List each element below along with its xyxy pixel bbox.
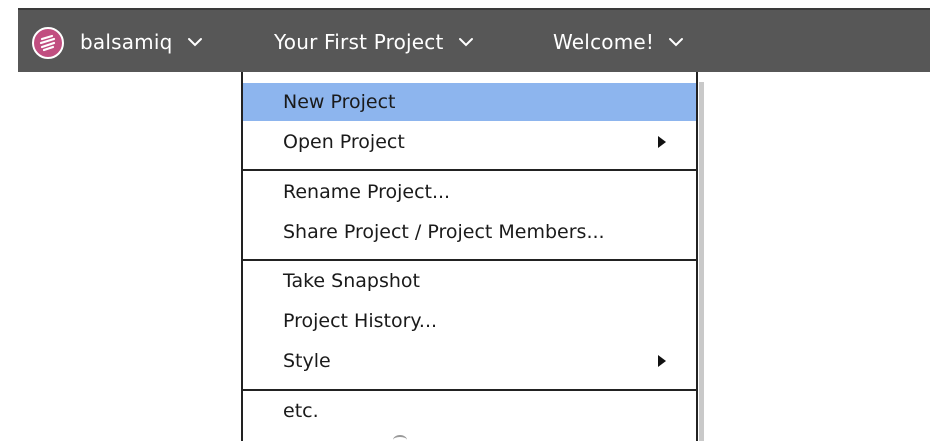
menu-item-label: etc.	[283, 400, 319, 422]
chevron-down-icon	[668, 37, 684, 47]
menu-balsamiq[interactable]: balsamiq	[80, 24, 203, 60]
menu-item-label: Share Project / Project Members...	[283, 221, 605, 243]
balsamiq-logo-icon[interactable]	[32, 27, 64, 59]
menu-item-new-project[interactable]: New Project	[243, 83, 696, 121]
menu-your-first-project[interactable]: Your First Project	[274, 24, 474, 60]
menu-balsamiq-label: balsamiq	[80, 30, 173, 54]
menu-item-share-project[interactable]: Share Project / Project Members...	[243, 213, 696, 251]
project-dropdown-menu: New Project Open Project Rename Project.…	[241, 72, 704, 441]
menu-separator	[241, 389, 698, 391]
menu-item-label: Style	[283, 350, 331, 372]
menu-welcome[interactable]: Welcome!	[553, 24, 684, 60]
top-menu-bar: balsamiq Your First Project Welcome!	[18, 8, 930, 72]
menu-item-label: Take Snapshot	[283, 270, 420, 292]
menu-item-take-snapshot[interactable]: Take Snapshot	[243, 262, 696, 300]
menu-item-label: Rename Project...	[283, 181, 451, 203]
submenu-arrow-icon	[658, 136, 666, 148]
app-window: balsamiq Your First Project Welcome! New…	[0, 0, 930, 441]
menu-item-open-project[interactable]: Open Project	[243, 123, 696, 161]
menu-item-label: New Project	[283, 91, 396, 113]
dropdown-continuation-mark	[393, 435, 407, 441]
submenu-arrow-icon	[658, 355, 666, 367]
menu-item-etc[interactable]: etc.	[243, 392, 696, 430]
menu-welcome-label: Welcome!	[553, 30, 655, 54]
chevron-down-icon	[458, 37, 474, 47]
menu-project-label: Your First Project	[274, 30, 444, 54]
menu-item-label: Open Project	[283, 131, 405, 153]
menu-item-rename-project[interactable]: Rename Project...	[243, 173, 696, 211]
chevron-down-icon	[187, 37, 203, 47]
menu-item-style[interactable]: Style	[243, 342, 696, 380]
dropdown-shadow	[699, 82, 704, 441]
menu-separator	[241, 259, 698, 261]
menu-item-label: Project History...	[283, 310, 438, 332]
menu-separator	[241, 169, 698, 171]
menu-item-project-history[interactable]: Project History...	[243, 302, 696, 340]
